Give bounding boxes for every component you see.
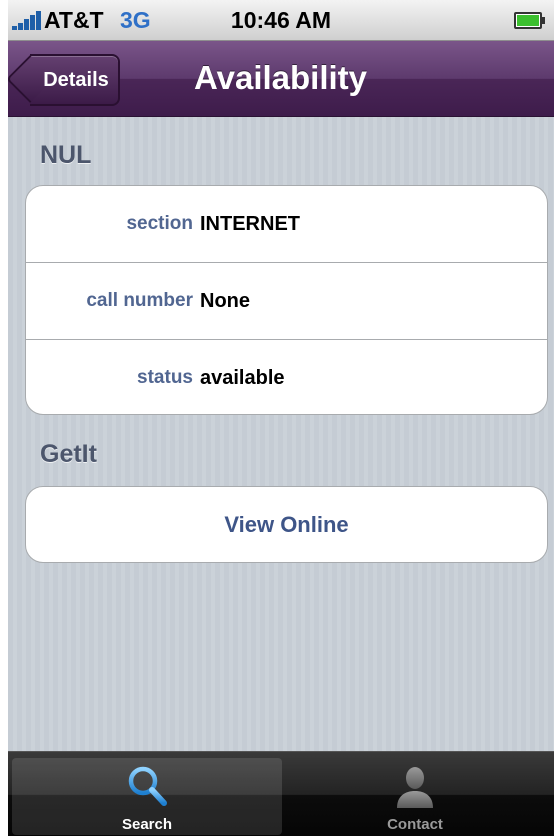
tab-label: Contact bbox=[387, 816, 443, 833]
table-row-section: section INTERNET bbox=[26, 186, 547, 263]
table-row-status: status available bbox=[26, 340, 547, 414]
tab-contact[interactable]: Contact bbox=[280, 758, 550, 835]
section-header-getit: GetIt bbox=[40, 440, 97, 468]
details-table: section INTERNET call number None status… bbox=[25, 185, 548, 415]
screen: AT&T 3G 10:46 AM Details Availability NU… bbox=[8, 0, 554, 836]
view-online-button[interactable]: View Online bbox=[26, 487, 547, 562]
row-value: available bbox=[200, 367, 285, 389]
table-row-call-number: call number None bbox=[26, 263, 547, 340]
battery-icon bbox=[514, 12, 545, 29]
back-button-label: Details bbox=[43, 68, 109, 91]
status-bar: AT&T 3G 10:46 AM bbox=[8, 0, 554, 41]
page-title: Availability bbox=[194, 59, 368, 96]
navigation-bar: Details Availability bbox=[8, 41, 554, 117]
row-label: call number bbox=[86, 290, 193, 311]
section-header-nul: NUL bbox=[40, 141, 92, 169]
back-button[interactable]: Details bbox=[30, 54, 120, 106]
row-label: status bbox=[137, 367, 193, 388]
row-value: None bbox=[200, 290, 250, 312]
row-value: INTERNET bbox=[200, 213, 300, 235]
tab-bar: Search Contact bbox=[8, 751, 554, 836]
search-icon bbox=[128, 766, 167, 806]
contact-icon bbox=[397, 767, 433, 808]
tab-search[interactable]: Search bbox=[12, 758, 282, 835]
getit-table: View Online bbox=[25, 486, 548, 563]
row-label: section bbox=[126, 213, 193, 234]
clock: 10:46 AM bbox=[230, 7, 332, 33]
tab-label: Search bbox=[121, 816, 173, 833]
